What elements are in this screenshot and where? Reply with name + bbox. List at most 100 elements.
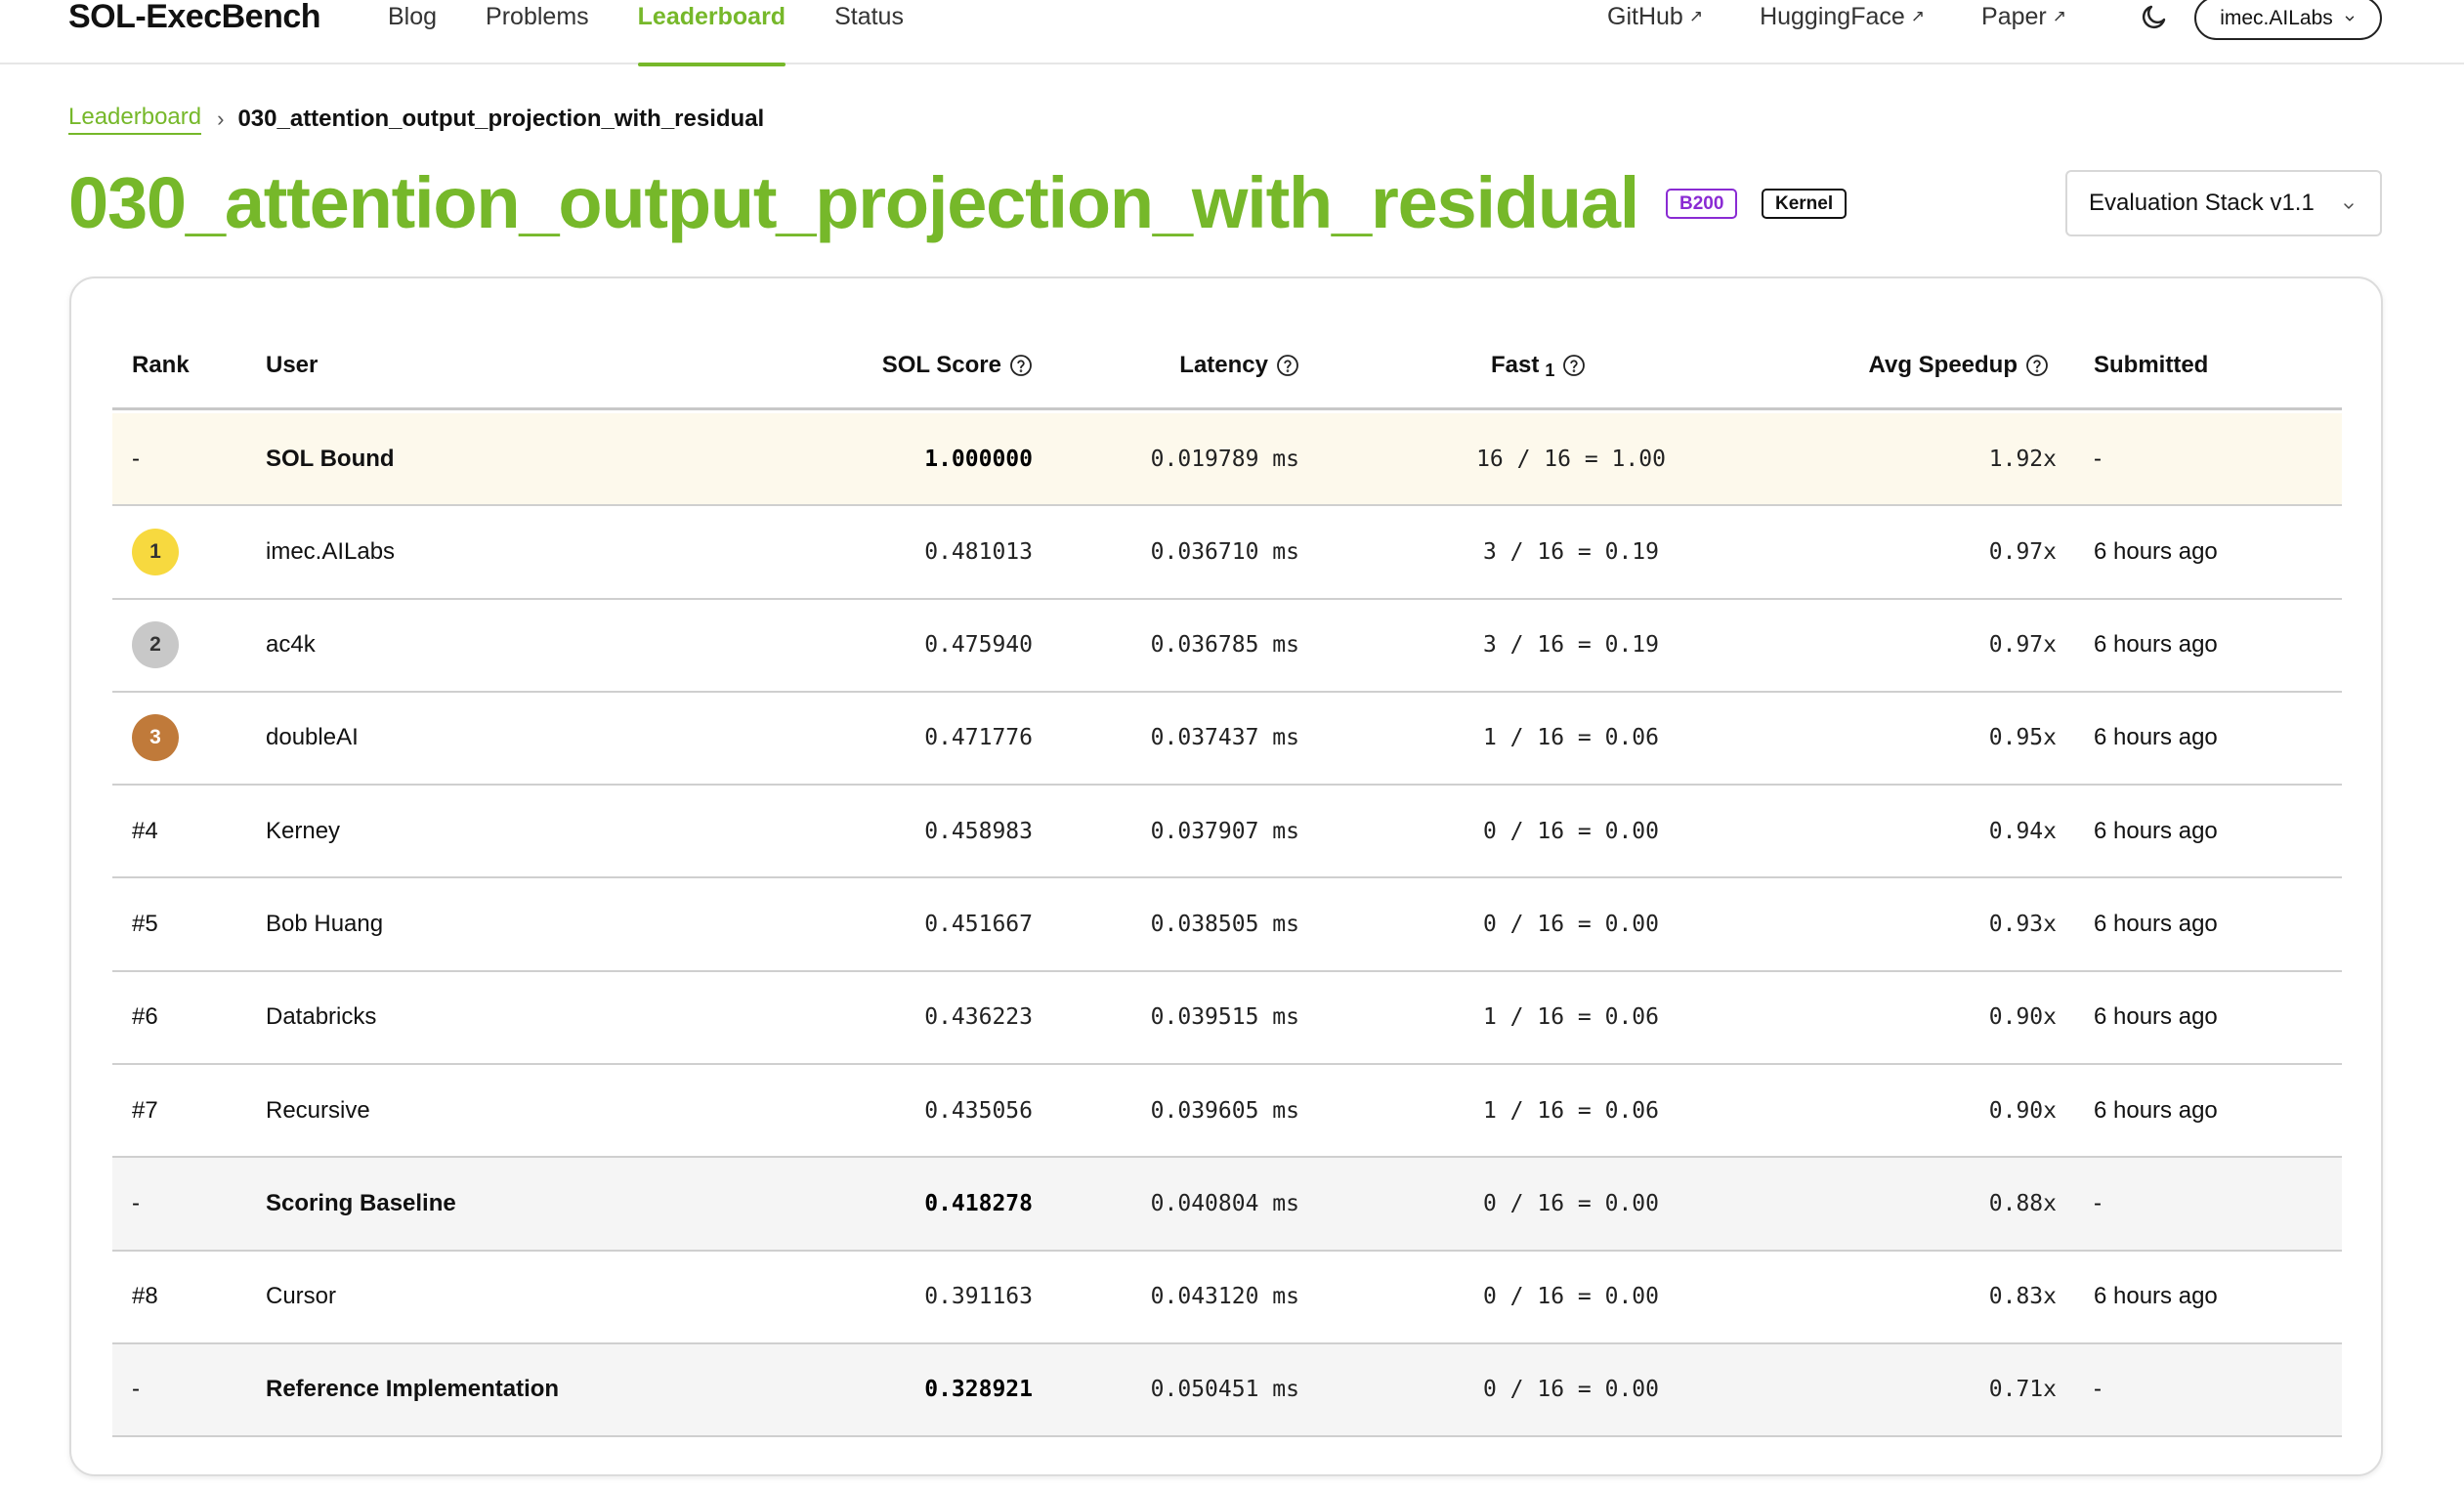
sol-score-cell: 0.481013 — [924, 538, 1033, 565]
external-links: GitHub ↗ HuggingFace ↗ Paper ↗ — [1607, 3, 2123, 31]
fast-cell: 0 / 16 = 0.00 — [1482, 1190, 1659, 1216]
latency-cell: 0.019789 ms — [1150, 446, 1299, 472]
header-user[interactable]: User — [266, 352, 318, 379]
avg-speedup-cell: 0.71x — [1988, 1377, 2057, 1403]
table-row[interactable]: 2 ac4k 0.475940 0.036785 ms 3 / 16 = 0.1… — [112, 600, 2342, 693]
header-avg-speedup-label: Avg Speedup — [1868, 352, 2018, 378]
rank-cell: #7 — [132, 1096, 158, 1124]
fast-cell: 0 / 16 = 0.00 — [1482, 1377, 1659, 1403]
latency-cell: 0.037907 ms — [1150, 818, 1299, 844]
rank-medal-silver: 2 — [132, 621, 179, 669]
user-menu-button[interactable]: imec.AILabs — [2194, 0, 2382, 40]
submitted-cell: 6 hours ago — [2094, 631, 2218, 659]
latency-cell: 0.036785 ms — [1150, 632, 1299, 659]
avg-speedup-cell: 0.97x — [1988, 632, 2057, 659]
paper-link-label: Paper — [1981, 3, 2047, 30]
chevron-right-icon: › — [217, 106, 225, 131]
moon-icon[interactable] — [2140, 2, 2169, 31]
sol-score-cell: 0.418278 — [924, 1190, 1033, 1216]
evaluation-stack-value: Evaluation Stack v1.1 — [2089, 190, 2315, 216]
table-row[interactable]: - Reference Implementation 0.328921 0.05… — [112, 1343, 2342, 1438]
header-fast-subscript: 1 — [1545, 360, 1555, 380]
fast-cell: 0 / 16 = 0.00 — [1482, 911, 1659, 937]
rank-cell: #4 — [132, 817, 158, 844]
rank-cell: 2 — [132, 600, 179, 691]
table-row[interactable]: #7 Recursive 0.435056 0.039605 ms 1 / 16… — [112, 1065, 2342, 1159]
huggingface-link[interactable]: HuggingFace ↗ — [1760, 3, 1925, 31]
fast-cell: 0 / 16 = 0.00 — [1482, 818, 1659, 844]
table-row[interactable]: #8 Cursor 0.391163 0.043120 ms 0 / 16 = … — [112, 1252, 2342, 1344]
submitted-cell: 6 hours ago — [2094, 910, 2218, 937]
user-cell: Reference Implementation — [266, 1376, 560, 1403]
latency-cell: 0.043120 ms — [1150, 1284, 1299, 1310]
table-row[interactable]: - Scoring Baseline 0.418278 0.040804 ms … — [112, 1158, 2342, 1252]
table-row[interactable]: #5 Bob Huang 0.451667 0.038505 ms 0 / 16… — [112, 878, 2342, 972]
help-icon[interactable] — [1562, 354, 1586, 377]
fast-cell: 16 / 16 = 1.00 — [1476, 446, 1666, 472]
rank-cell: 1 — [132, 506, 179, 597]
submitted-cell: - — [2094, 1189, 2102, 1216]
user-cell: SOL Bound — [266, 445, 395, 472]
avg-speedup-cell: 0.93x — [1988, 911, 2057, 937]
user-menu-label: imec.AILabs — [2220, 6, 2333, 29]
evaluation-stack-select[interactable]: Evaluation Stack v1.1 — [2065, 170, 2382, 236]
brand-logo[interactable]: SOL-ExecBench — [68, 0, 321, 36]
table-row[interactable]: - SOL Bound 1.000000 0.019789 ms 16 / 16… — [112, 413, 2342, 507]
table-row[interactable]: 3 doubleAI 0.471776 0.037437 ms 1 / 16 =… — [112, 693, 2342, 787]
user-cell: Cursor — [266, 1283, 337, 1310]
help-icon[interactable] — [2025, 354, 2049, 377]
latency-cell: 0.040804 ms — [1150, 1190, 1299, 1216]
breadcrumb-leaderboard-link[interactable]: Leaderboard — [68, 104, 202, 135]
rank-cell: #5 — [132, 910, 158, 937]
submitted-cell: 6 hours ago — [2094, 1096, 2218, 1124]
main-nav: Blog Problems Leaderboard Status — [388, 0, 953, 66]
nav-blog[interactable]: Blog — [388, 0, 437, 64]
sol-score-cell: 1.000000 — [924, 446, 1033, 472]
nav-status[interactable]: Status — [834, 0, 904, 64]
help-icon[interactable] — [1009, 354, 1033, 377]
table-row[interactable]: 1 imec.AILabs 0.481013 0.036710 ms 3 / 1… — [112, 506, 2342, 600]
leaderboard-card: Rank User SOL Score Latency Fast 1 Avg Sp… — [69, 277, 2383, 1476]
help-icon[interactable] — [1276, 354, 1299, 377]
sol-score-cell: 0.391163 — [924, 1284, 1033, 1310]
top-navigation-bar: SOL-ExecBench Blog Problems Leaderboard … — [0, 0, 2464, 66]
header-latency[interactable]: Latency — [1179, 352, 1299, 379]
submitted-cell: 6 hours ago — [2094, 724, 2218, 751]
header-avg-speedup[interactable]: Avg Speedup — [1869, 352, 2049, 379]
header-rank[interactable]: Rank — [132, 352, 190, 379]
table-row[interactable]: #6 Databricks 0.436223 0.039515 ms 1 / 1… — [112, 972, 2342, 1066]
submitted-cell: 6 hours ago — [2094, 537, 2218, 565]
user-cell: imec.AILabs — [266, 537, 396, 565]
header-submitted[interactable]: Submitted — [2094, 352, 2208, 379]
latency-cell: 0.038505 ms — [1150, 911, 1299, 937]
fast-cell: 3 / 16 = 0.19 — [1482, 632, 1659, 659]
user-cell: Databricks — [266, 1003, 377, 1031]
latency-cell: 0.036710 ms — [1150, 538, 1299, 565]
submitted-cell: 6 hours ago — [2094, 817, 2218, 844]
sol-score-cell: 0.471776 — [924, 725, 1033, 751]
nav-problems[interactable]: Problems — [486, 0, 589, 64]
avg-speedup-cell: 0.90x — [1988, 1097, 2057, 1124]
table-row[interactable]: #4 Kerney 0.458983 0.037907 ms 0 / 16 = … — [112, 786, 2342, 879]
paper-link[interactable]: Paper ↗ — [1981, 3, 2066, 31]
rank-medal-gold: 1 — [132, 528, 179, 575]
rank-cell: 3 — [132, 693, 179, 784]
header-sol-score[interactable]: SOL Score — [882, 352, 1033, 379]
fast-cell: 1 / 16 = 0.06 — [1482, 1097, 1659, 1124]
header-sol-score-label: SOL Score — [881, 352, 1001, 378]
header-fast[interactable]: Fast 1 — [1491, 352, 1586, 380]
sol-score-cell: 0.458983 — [924, 818, 1033, 844]
avg-speedup-cell: 0.83x — [1988, 1284, 2057, 1310]
external-arrow-icon: ↗ — [1688, 7, 1704, 25]
breadcrumb: Leaderboard › 030_attention_output_proje… — [68, 104, 764, 135]
rank-cell: - — [132, 445, 140, 472]
avg-speedup-cell: 1.92x — [1988, 446, 2057, 472]
huggingface-link-label: HuggingFace — [1760, 3, 1905, 30]
github-link[interactable]: GitHub ↗ — [1607, 3, 1703, 31]
user-cell: ac4k — [266, 631, 316, 659]
nav-leaderboard[interactable]: Leaderboard — [637, 0, 786, 66]
submitted-cell: 6 hours ago — [2094, 1283, 2218, 1310]
sol-score-cell: 0.475940 — [924, 632, 1033, 659]
header-fast-label: Fast — [1491, 352, 1540, 378]
rank-medal-bronze: 3 — [132, 714, 179, 762]
